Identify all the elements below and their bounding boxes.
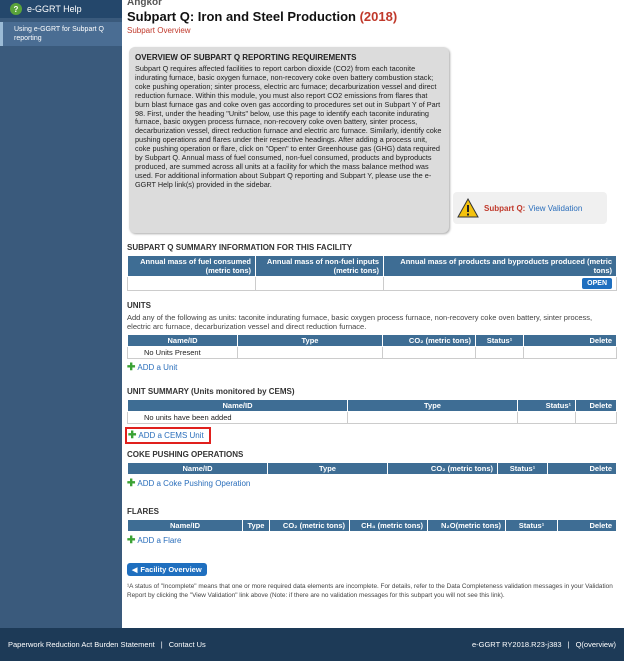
warning-icon <box>457 197 479 219</box>
flares-col-n2o: N₂O(metric tons) <box>427 519 506 532</box>
cems-col-delete: Delete <box>575 399 617 412</box>
cems-col-status: Status¹ <box>517 399 576 412</box>
add-cems-unit-label: ADD a CEMS Unit <box>138 431 204 440</box>
coke-section-title: COKE PUSHING OPERATIONS <box>127 450 244 459</box>
units-col-co2: CO₂ (metric tons) <box>382 334 476 347</box>
units-col-type: Type <box>237 334 383 347</box>
page-id-text: Q(overview) <box>575 640 616 649</box>
coke-table: Name/ID Type CO₂ (metric tons) Status¹ D… <box>127 462 617 475</box>
units-description: Add any of the following as units: tacon… <box>127 313 593 331</box>
add-flare-label: ADD a Flare <box>137 536 182 545</box>
contact-link[interactable]: Contact Us <box>169 640 206 649</box>
cems-col-name: Name/ID <box>127 399 348 412</box>
overview-row: OVERVIEW OF SUBPART Q REPORTING REQUIREM… <box>127 47 617 235</box>
plus-icon: ✚ <box>127 362 136 373</box>
coke-col-type: Type <box>267 462 388 475</box>
units-col-status: Status¹ <box>475 334 524 347</box>
table-cell <box>237 346 383 359</box>
summary-cell <box>255 276 384 291</box>
add-coke-pushing-link[interactable]: ✚ ADD a Coke Pushing Operation <box>127 478 250 489</box>
help-link-subpart-q[interactable]: Using e-GGRT for Subpart Q reporting <box>0 22 122 46</box>
cems-empty-text: No units have been added <box>127 411 348 424</box>
status-footnote: ¹A status of "Incomplete" means that one… <box>127 583 613 599</box>
plus-icon: ✚ <box>128 430 137 441</box>
cems-col-type: Type <box>347 399 518 412</box>
summary-col-nonfuel: Annual mass of non-fuel inputs (metric t… <box>255 255 384 277</box>
add-flare-link[interactable]: ✚ ADD a Flare <box>127 535 181 546</box>
page-title: Subpart Q: Iron and Steel Production (20… <box>127 9 617 24</box>
overview-panel: OVERVIEW OF SUBPART Q REPORTING REQUIREM… <box>129 47 449 233</box>
table-cell <box>382 346 476 359</box>
page-subtitle: Subpart Overview <box>127 26 191 35</box>
flares-col-type: Type <box>242 519 270 532</box>
overview-heading: OVERVIEW OF SUBPART Q REPORTING REQUIREM… <box>135 53 357 62</box>
add-unit-link[interactable]: ✚ ADD a Unit <box>127 362 177 373</box>
table-cell <box>517 411 576 424</box>
reporting-year: (2018) <box>359 9 398 24</box>
flares-col-delete: Delete <box>557 519 617 532</box>
back-arrow-icon: ◀ <box>132 566 138 574</box>
flares-col-ch4: CH₄ (metric tons) <box>349 519 428 532</box>
coke-col-status: Status¹ <box>497 462 548 475</box>
summary-row: OPEN <box>127 276 617 291</box>
footer: Paperwork Reduction Act Burden Statement… <box>0 628 624 661</box>
table-row: No units have been added <box>127 411 617 424</box>
table-cell <box>575 411 617 424</box>
add-unit-label: ADD a Unit <box>137 363 178 372</box>
open-button[interactable]: OPEN <box>582 278 612 289</box>
units-col-delete: Delete <box>523 334 617 347</box>
plus-icon: ✚ <box>127 478 136 489</box>
coke-col-name: Name/ID <box>127 462 268 475</box>
facility-name: Angkor <box>127 0 162 8</box>
page-title-text: Subpart Q: Iron and Steel Production <box>127 9 356 24</box>
flares-col-status: Status¹ <box>505 519 558 532</box>
help-header: ? e-GGRT Help <box>0 0 122 18</box>
plus-icon: ✚ <box>127 535 136 546</box>
summary-section-title: SUBPART Q SUMMARY INFORMATION FOR THIS F… <box>127 243 353 252</box>
coke-col-delete: Delete <box>547 462 617 475</box>
help-question-icon: ? <box>10 3 22 15</box>
units-section-title: UNITS <box>127 301 151 310</box>
add-cems-unit-link[interactable]: ✚ ADD a CEMS Unit <box>125 427 211 444</box>
units-table: Name/ID Type CO₂ (metric tons) Status¹ D… <box>127 334 617 359</box>
add-coke-pushing-label: ADD a Coke Pushing Operation <box>137 479 251 488</box>
overview-body: Subpart Q requires affected facilities t… <box>135 64 442 189</box>
summary-cell <box>127 276 256 291</box>
table-row: No Units Present <box>127 346 617 359</box>
summary-col-fuel: Annual mass of fuel consumed (metric ton… <box>127 255 256 277</box>
flares-table: Name/ID Type CO₂ (metric tons) CH₄ (metr… <box>127 519 617 532</box>
unit-summary-section-title: UNIT SUMMARY (Units monitored by CEMS) <box>127 387 295 396</box>
table-cell <box>347 411 518 424</box>
sidebar: ? e-GGRT Help Using e-GGRT for Subpart Q… <box>0 0 122 628</box>
paperwork-link[interactable]: Paperwork Reduction Act Burden Statement <box>8 640 155 649</box>
footer-separator: | <box>160 640 163 649</box>
help-title: e-GGRT Help <box>27 4 82 14</box>
summary-col-products: Annual mass of products and byproducts p… <box>383 255 617 277</box>
validation-box: Subpart Q: View Validation <box>453 192 607 224</box>
unit-summary-table: Name/ID Type Status¹ Delete No units hav… <box>127 399 617 424</box>
footer-separator: | <box>567 640 570 649</box>
main-content: Angkor Subpart Q: Iron and Steel Product… <box>125 0 617 600</box>
facility-overview-button[interactable]: ◀ Facility Overview <box>127 563 207 576</box>
version-text: e-GGRT RY2018.R23-j383 <box>471 640 562 649</box>
validation-label: Subpart Q: <box>484 203 526 213</box>
coke-col-co2: CO₂ (metric tons) <box>387 462 498 475</box>
view-validation-link[interactable]: View Validation <box>528 204 582 213</box>
table-cell <box>523 346 617 359</box>
flares-col-name: Name/ID <box>127 519 243 532</box>
table-cell <box>475 346 524 359</box>
summary-cell: OPEN <box>383 276 617 291</box>
flares-section-title: FLARES <box>127 507 159 516</box>
summary-table: Annual mass of fuel consumed (metric ton… <box>127 255 617 291</box>
units-empty-text: No Units Present <box>127 346 238 359</box>
flares-col-co2: CO₂ (metric tons) <box>269 519 350 532</box>
units-col-name: Name/ID <box>127 334 238 347</box>
facility-overview-label: Facility Overview <box>140 565 202 574</box>
